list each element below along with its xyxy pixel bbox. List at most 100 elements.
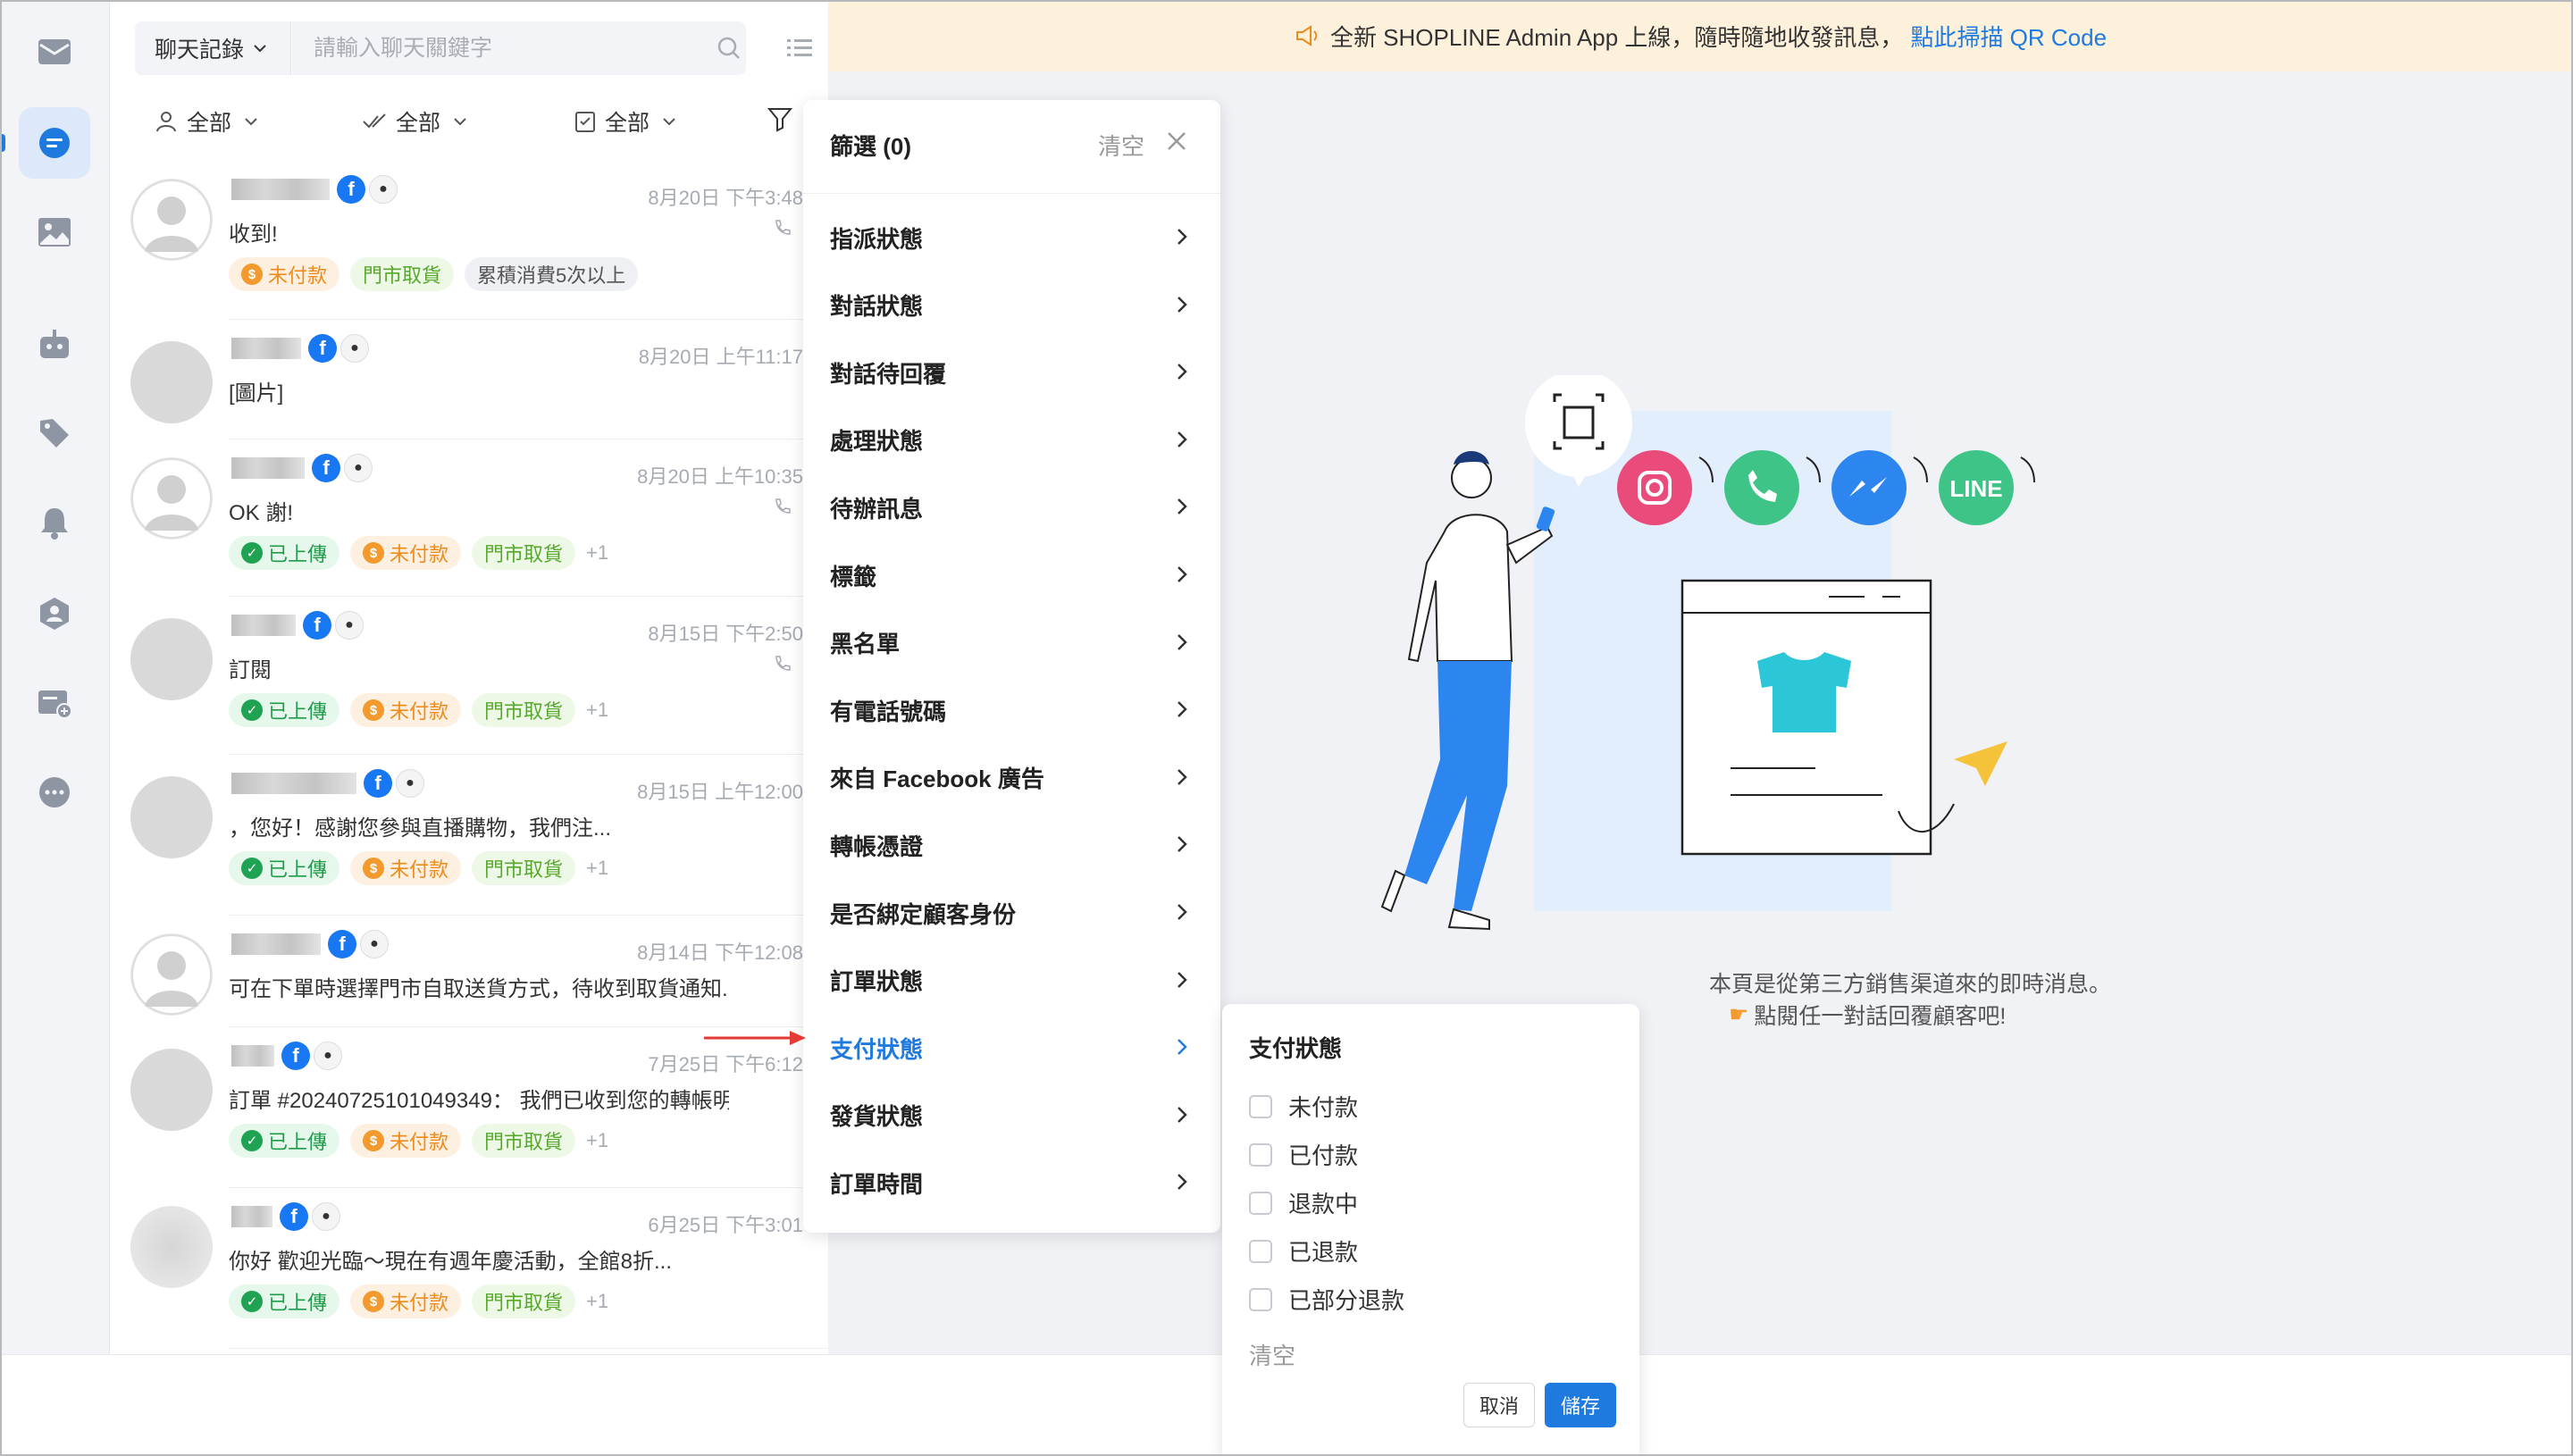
filter-category-item[interactable]: 有電話號碼 [803, 683, 1220, 737]
chat-last-message: 收到! [229, 222, 278, 247]
megaphone-icon [1295, 25, 1318, 46]
filter-category-item[interactable]: 標籤 [803, 548, 1220, 602]
search-input[interactable] [292, 21, 746, 75]
payment-clear-button[interactable]: 清空 [1249, 1338, 1295, 1371]
filter-category-item[interactable]: 發貨狀態 [803, 1089, 1220, 1142]
channel-badges: f ● [364, 769, 424, 798]
chat-last-message: 可在下單時選擇門市自取送貨方式，待收到取貨通知... [229, 977, 729, 1001]
payment-status-option[interactable]: 退款中 [1249, 1186, 1358, 1219]
facebook-icon: f [280, 1202, 308, 1231]
channel-badges: f ● [337, 175, 398, 204]
task-status-filter[interactable]: 全部 [574, 104, 676, 139]
tag-store-pickup: 門市取貨 [472, 536, 576, 570]
payment-status-option[interactable]: 已退款 [1249, 1234, 1358, 1268]
team-icon[interactable] [19, 578, 90, 649]
filter-category-item[interactable]: 支付狀態 [803, 1021, 1220, 1075]
more-tags-count[interactable]: +1 [586, 857, 608, 880]
filter-clear-button[interactable]: 清空 [1098, 129, 1144, 162]
filter-category-item[interactable]: 黑名單 [803, 616, 1220, 670]
filter-category-item[interactable]: 轉帳憑證 [803, 818, 1220, 872]
more-tags-count[interactable]: +1 [586, 541, 608, 565]
chat-list-item[interactable]: f ● 8月15日 下午2:50 訂閱 ✓ 已上傳 $ 未付款 門市取貨 +1 [110, 597, 828, 755]
read-status-filter[interactable]: 全部 [362, 104, 467, 139]
chevron-down-icon [245, 118, 257, 126]
filter-category-item[interactable]: 是否綁定顧客身份 [803, 886, 1220, 940]
filter-category-label: 發貨狀態 [830, 1103, 924, 1131]
tag-label: 門市取貨 [484, 700, 564, 723]
tag-label: 未付款 [390, 1292, 449, 1314]
tag-icon[interactable] [19, 397, 90, 469]
banner-qr-link[interactable]: 點此掃描 QR Code [1910, 20, 2107, 53]
list-view-icon[interactable] [785, 36, 814, 61]
checkbox[interactable] [1249, 1142, 1272, 1167]
filter-category-item[interactable]: 處理狀態 [803, 414, 1220, 467]
checkbox[interactable] [1249, 1191, 1272, 1215]
filter-category-item[interactable]: 訂單時間 [803, 1156, 1220, 1209]
tag-store-pickup: 門市取貨 [472, 851, 576, 885]
search-icon[interactable] [717, 36, 742, 61]
inbox-icon[interactable] [19, 16, 90, 88]
channel-avatar-icon: ● [369, 175, 398, 204]
more-icon[interactable] [19, 757, 90, 828]
chevron-right-icon [1176, 632, 1188, 652]
coin-icon: $ [241, 264, 263, 285]
chat-list-item[interactable]: f ● 8月15日 上午12:00 ，您好！感謝您參與直播購物，我們注... ✓ 已上傳 $… [110, 755, 828, 916]
filter-category-label: 有電話號碼 [830, 698, 947, 725]
task-status-filter-label: 全部 [605, 111, 650, 136]
filter-category-item[interactable]: 訂單狀態 [803, 954, 1220, 1008]
filter-category-item[interactable]: 待辦訊息 [803, 481, 1220, 534]
tag-custom: 累積消費5次以上 [465, 257, 639, 291]
search-bar: 聊天記錄 [135, 21, 853, 75]
payment-status-option-label: 退款中 [1288, 1191, 1359, 1218]
tag-unpaid: $ 未付款 [350, 536, 462, 570]
close-icon[interactable] [1166, 130, 1187, 152]
chat-icon[interactable] [19, 107, 90, 179]
facebook-icon: f [308, 334, 337, 363]
gallery-icon[interactable] [19, 197, 90, 268]
chat-list-item[interactable]: f ● 8月14日 下午12:08 可在下單時選擇門市自取送貨方式，待收到取貨通知..… [110, 916, 828, 1027]
funnel-icon[interactable] [767, 105, 793, 132]
more-tags-count[interactable]: +1 [586, 1129, 608, 1152]
payment-cancel-button[interactable]: 取消 [1463, 1383, 1535, 1427]
tag-label: 未付款 [390, 858, 449, 881]
tag-uploaded: ✓ 已上傳 [229, 1124, 340, 1158]
bell-icon[interactable] [19, 487, 90, 558]
chat-list-item[interactable]: f ● 7月25日 下午6:12 訂單 #20240725101049349： 我們已… [110, 1027, 828, 1188]
chat-list-item[interactable]: f ● 6月25日 下午3:01 你好 歡迎光臨～現在有週年慶活動，全館8折... ✓ 已… [110, 1188, 828, 1349]
payment-status-option[interactable]: 已付款 [1249, 1138, 1358, 1171]
filter-panel: 篩選 (0) 清空 指派狀態 對話狀態 對話待回覆 處理狀態 待辦訊息 標籤 黑名單 有電話號… [803, 100, 1220, 1233]
filter-category-item[interactable]: 對話狀態 [803, 279, 1220, 332]
chevron-right-icon [1176, 295, 1188, 314]
avatar [130, 457, 213, 540]
chat-tags: ✓ 已上傳 $ 未付款 門市取貨 +1 [229, 1284, 608, 1318]
more-tags-count[interactable]: +1 [586, 1290, 608, 1313]
filter-category-item[interactable]: 對話待回覆 [803, 346, 1220, 399]
assignee-filter[interactable]: 全部 [155, 104, 258, 139]
chevron-right-icon [1176, 1037, 1188, 1057]
chevron-right-icon [1176, 430, 1188, 449]
more-tags-count[interactable]: +1 [586, 699, 608, 722]
contact-card-icon[interactable] [19, 667, 90, 739]
filter-category-label: 指派狀態 [830, 225, 924, 253]
checkbox[interactable] [1249, 1287, 1272, 1311]
filter-category-item[interactable]: 指派狀態 [803, 211, 1220, 264]
tag-uploaded: ✓ 已上傳 [229, 536, 340, 570]
tag-label: 已上傳 [268, 858, 328, 881]
checkbox[interactable] [1249, 1094, 1272, 1118]
payment-save-button[interactable]: 儲存 [1545, 1383, 1616, 1427]
chevron-right-icon [1176, 834, 1188, 854]
chevron-right-icon [1176, 362, 1188, 381]
chat-list-item[interactable]: f ● 8月20日 上午11:17 [圖片] [110, 320, 828, 439]
filter-category-item[interactable]: 來自 Facebook 廣告 [803, 751, 1220, 805]
bot-icon[interactable] [19, 308, 90, 380]
phone-icon [773, 218, 792, 238]
payment-status-option[interactable]: 已部分退款 [1249, 1283, 1404, 1316]
chat-list-item[interactable]: f ● 8月20日 下午3:48 收到! $ 未付款 門市取貨 累積消費5次以上 [110, 161, 828, 320]
checkbox[interactable] [1249, 1239, 1272, 1263]
facebook-icon: f [303, 611, 331, 640]
chat-list-item[interactable]: f ● 8月20日 上午10:35 OK 謝! ✓ 已上傳 $ 未付款 門市取貨 +1 [110, 439, 828, 597]
tag-label: 未付款 [390, 700, 449, 723]
search-scope-select[interactable]: 聊天記錄 [135, 21, 291, 75]
payment-status-option[interactable]: 未付款 [1249, 1090, 1358, 1123]
pointing-hand-icon: ☛ [1729, 1002, 1749, 1027]
